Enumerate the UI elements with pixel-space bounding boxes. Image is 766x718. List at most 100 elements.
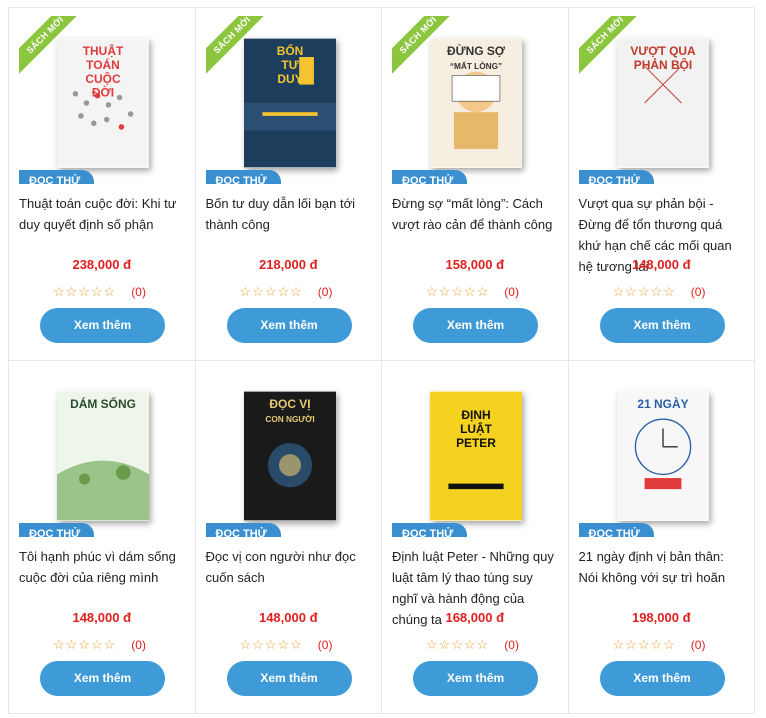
book-cover-image[interactable]: BỐN TƯ DUY SÁCH MỚI ĐỌC THỬ xyxy=(205,16,372,184)
product-card[interactable]: BỐN TƯ DUY SÁCH MỚI ĐỌC THỬ Bốn tư duy dẫn lố… xyxy=(195,8,382,361)
try-read-badge[interactable]: ĐỌC THỬ xyxy=(19,170,95,184)
svg-text:PHẢN BỘI: PHẢN BỘI xyxy=(633,57,691,72)
rating-count: (0) xyxy=(504,285,519,299)
svg-text:THUẬT: THUẬT xyxy=(83,43,124,58)
rating-count: (0) xyxy=(504,638,519,652)
star-outline-icon: ☆ xyxy=(637,284,650,299)
book-cover-image[interactable]: VƯỢT QUA PHẢN BỘI SÁCH MỚI ĐỌC THỬ xyxy=(578,16,745,184)
product-price: 238,000 đ xyxy=(72,257,132,272)
book-cover: THUẬT TOÁN CUỘC ĐỜI xyxy=(57,38,149,168)
product-card[interactable]: DÁM SỐNG ĐỌC THỬ Tôi hạnh phúc vì dám sống… xyxy=(9,361,196,714)
view-more-button[interactable]: Xem thêm xyxy=(599,661,725,696)
star-outline-icon: ☆ xyxy=(290,637,302,652)
rating: ☆ ☆ ☆ ☆ ☆ (0) xyxy=(426,284,536,300)
view-more-button[interactable]: Xem thêm xyxy=(226,308,352,343)
product-title[interactable]: Thuật toán cuộc đời: Khi tư duy quyết đị… xyxy=(19,193,187,235)
product-title[interactable]: Bốn tư duy dẫn lối bạn tới thành công xyxy=(206,193,374,235)
try-read-badge[interactable]: ĐỌC THỬ xyxy=(205,170,281,184)
try-read-badge[interactable]: ĐỌC THỬ xyxy=(578,523,654,537)
star-outline-icon: ☆ xyxy=(625,284,637,299)
product-card[interactable]: THUẬT TOÁN CUỘC ĐỜI SÁCH MỚI ĐỌC THỬ Thuật toá… xyxy=(9,8,196,361)
product-card[interactable]: 21 NGÀY ĐỌC THỬ 21 ngày định vị bản thân: … xyxy=(568,361,755,714)
book-cover: VƯỢT QUA PHẢN BỘI xyxy=(616,38,709,168)
star-outline-icon: ☆ xyxy=(53,284,65,299)
book-cover-image[interactable]: DÁM SỐNG ĐỌC THỬ xyxy=(19,369,185,537)
product-price: 158,000 đ xyxy=(445,257,505,272)
svg-text:BỐN: BỐN xyxy=(276,43,303,58)
view-more-button[interactable]: Xem thêm xyxy=(40,308,165,343)
star-outline-icon: ☆ xyxy=(277,637,290,652)
star-outline-icon: ☆ xyxy=(637,637,650,652)
svg-text:CON NGƯỜI: CON NGƯỜI xyxy=(265,413,314,424)
product-price: 148,000 đ xyxy=(258,610,318,625)
view-more-button[interactable]: Xem thêm xyxy=(413,661,538,696)
product-title[interactable]: 21 ngày định vị bản thân: Nói không với … xyxy=(579,546,747,588)
rating: ☆ ☆ ☆ ☆ ☆ (0) xyxy=(53,637,163,653)
star-outline-icon: ☆ xyxy=(476,637,489,652)
star-outline-icon: ☆ xyxy=(438,284,451,299)
star-outline-icon: ☆ xyxy=(277,284,290,299)
book-cover: ĐỊNH LUẬT PETER xyxy=(430,391,522,521)
star-outline-icon: ☆ xyxy=(426,637,438,652)
rating-count: (0) xyxy=(131,638,146,652)
star-outline-icon: ☆ xyxy=(663,637,675,652)
product-card[interactable]: ĐỪNG SỢ “MẤT LÒNG” SÁCH MỚI ĐỌC THỬ Đừng sợ … xyxy=(382,8,569,361)
product-price: 148,000 đ xyxy=(72,610,132,625)
star-outline-icon: ☆ xyxy=(264,637,277,652)
star-outline-icon: ☆ xyxy=(103,284,116,299)
star-outline-icon: ☆ xyxy=(451,637,463,652)
book-cover: ĐỌC VỊ CON NGƯỜI xyxy=(243,391,336,521)
product-card[interactable]: ĐỌC VỊ CON NGƯỜI ĐỌC THỬ Đọc vị con người n… xyxy=(195,361,382,714)
product-card[interactable]: VƯỢT QUA PHẢN BỘI SÁCH MỚI ĐỌC THỬ Vượt qua … xyxy=(568,8,755,361)
try-read-badge[interactable]: ĐỌC THỬ xyxy=(19,523,95,537)
book-cover: 21 NGÀY xyxy=(616,391,709,521)
star-outline-icon: ☆ xyxy=(239,284,252,299)
svg-text:ĐỌC VỊ: ĐỌC VỊ xyxy=(269,397,310,411)
rating-count: (0) xyxy=(317,638,333,652)
star-outline-icon: ☆ xyxy=(65,284,78,299)
product-price: 198,000 đ xyxy=(631,610,691,625)
rating-count: (0) xyxy=(690,285,706,299)
book-cover-image[interactable]: 21 NGÀY ĐỌC THỬ xyxy=(578,369,745,537)
try-read-badge[interactable]: ĐỌC THỬ xyxy=(578,170,654,184)
star-outline-icon: ☆ xyxy=(65,637,78,652)
book-cover-image[interactable]: ĐỊNH LUẬT PETER ĐỌC THỬ xyxy=(392,369,558,537)
view-more-button[interactable]: Xem thêm xyxy=(599,308,725,343)
svg-text:TƯ: TƯ xyxy=(281,58,298,72)
star-outline-icon: ☆ xyxy=(290,284,302,299)
star-outline-icon: ☆ xyxy=(264,284,277,299)
star-outline-icon: ☆ xyxy=(463,637,476,652)
try-read-badge[interactable]: ĐỌC THỬ xyxy=(392,170,468,184)
rating: ☆ ☆ ☆ ☆ ☆ (0) xyxy=(426,637,536,653)
star-outline-icon: ☆ xyxy=(612,637,625,652)
svg-text:ĐỊNH: ĐỊNH xyxy=(461,408,490,422)
star-outline-icon: ☆ xyxy=(451,284,463,299)
svg-text:TOÁN: TOÁN xyxy=(86,57,120,72)
book-cover-image[interactable]: THUẬT TOÁN CUỘC ĐỜI SÁCH MỚI ĐỌC THỬ xyxy=(19,16,185,184)
book-cover-image[interactable]: ĐỪNG SỢ “MẤT LÒNG” SÁCH MỚI ĐỌC THỬ xyxy=(392,16,558,184)
product-card[interactable]: ĐỊNH LUẬT PETER ĐỌC THỬ Định luật Peter - Nh… xyxy=(382,361,569,714)
svg-text:DÁM SỐNG: DÁM SỐNG xyxy=(70,396,136,411)
star-outline-icon: ☆ xyxy=(90,284,103,299)
star-outline-icon: ☆ xyxy=(463,284,476,299)
svg-text:VƯỢT QUA: VƯỢT QUA xyxy=(630,44,696,58)
svg-text:LUẬT: LUẬT xyxy=(460,421,493,436)
product-title[interactable]: Tôi hạnh phúc vì dám sống cuộc đời của r… xyxy=(19,546,187,588)
svg-text:CUỘC: CUỘC xyxy=(85,71,121,86)
svg-text:PETER: PETER xyxy=(456,436,496,450)
book-cover-image[interactable]: ĐỌC VỊ CON NGƯỜI ĐỌC THỬ xyxy=(205,369,372,537)
product-title[interactable]: Đừng sợ “mất lòng”: Cách vượt rào cản để… xyxy=(392,193,560,235)
star-outline-icon: ☆ xyxy=(438,637,451,652)
svg-text:“MẤT LÒNG”: “MẤT LÒNG” xyxy=(450,60,502,71)
star-outline-icon: ☆ xyxy=(252,637,264,652)
star-outline-icon: ☆ xyxy=(78,637,90,652)
rating: ☆ ☆ ☆ ☆ ☆ (0) xyxy=(240,284,350,300)
rating: ☆ ☆ ☆ ☆ ☆ (0) xyxy=(53,284,163,300)
view-more-button[interactable]: Xem thêm xyxy=(413,308,538,343)
star-outline-icon: ☆ xyxy=(90,637,103,652)
view-more-button[interactable]: Xem thêm xyxy=(226,661,352,696)
try-read-badge[interactable]: ĐỌC THỬ xyxy=(392,523,468,537)
try-read-badge[interactable]: ĐỌC THỬ xyxy=(205,523,281,537)
product-title[interactable]: Đọc vị con người như đọc cuốn sách xyxy=(206,546,374,588)
view-more-button[interactable]: Xem thêm xyxy=(40,661,165,696)
